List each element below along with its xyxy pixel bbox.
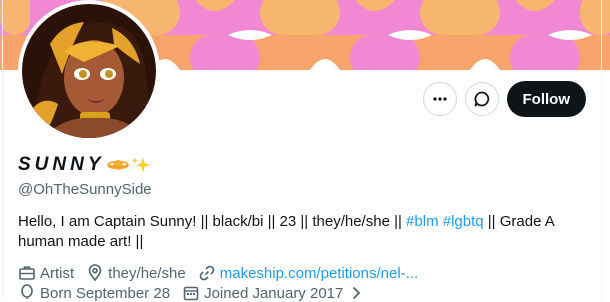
display-name-row: SUNNY — [18, 154, 151, 176]
profile-meta-row-2: Born September 28 Joined January 2017 — [18, 284, 365, 302]
briefcase-icon — [18, 264, 36, 282]
avatar-image — [22, 4, 156, 138]
message-button[interactable] — [464, 82, 499, 116]
message-icon — [473, 90, 491, 108]
avatar[interactable] — [18, 0, 160, 142]
location-label: they/he/she — [108, 264, 186, 282]
balloon-icon — [18, 284, 36, 302]
hashtag-lgbtq[interactable]: #lgbtq — [443, 213, 484, 230]
link-icon — [198, 264, 216, 282]
display-name: SUNNY — [18, 154, 105, 175]
user-handle: @OhTheSunnySide — [18, 181, 152, 198]
profile-meta-row-1: Artist they/he/she makeship.com/petition… — [18, 264, 418, 282]
category-item: Artist — [18, 264, 74, 282]
birthday-item: Born September 28 — [18, 284, 170, 302]
profile-actions: Follow — [422, 81, 586, 117]
joined-item[interactable]: Joined January 2017 — [182, 284, 365, 302]
planet-icon — [106, 157, 129, 173]
bio-text-before: Hello, I am Captain Sunny! || black/bi |… — [18, 213, 407, 230]
category-label: Artist — [40, 264, 75, 282]
sparkles-icon — [131, 155, 151, 175]
chevron-right-icon — [347, 284, 365, 302]
bio: Hello, I am Captain Sunny! || black/bi |… — [18, 212, 583, 252]
location-pin-icon — [86, 264, 104, 282]
location-item: they/he/she — [86, 264, 186, 282]
website-link[interactable]: makeship.com/petitions/nel-... — [220, 265, 418, 282]
more-icon — [431, 90, 449, 108]
hashtag-blm[interactable]: #blm — [406, 213, 439, 230]
calendar-icon — [182, 284, 200, 302]
more-button[interactable] — [422, 82, 457, 116]
follow-button[interactable]: Follow — [506, 81, 586, 117]
website-item[interactable]: makeship.com/petitions/nel-... — [198, 264, 418, 282]
